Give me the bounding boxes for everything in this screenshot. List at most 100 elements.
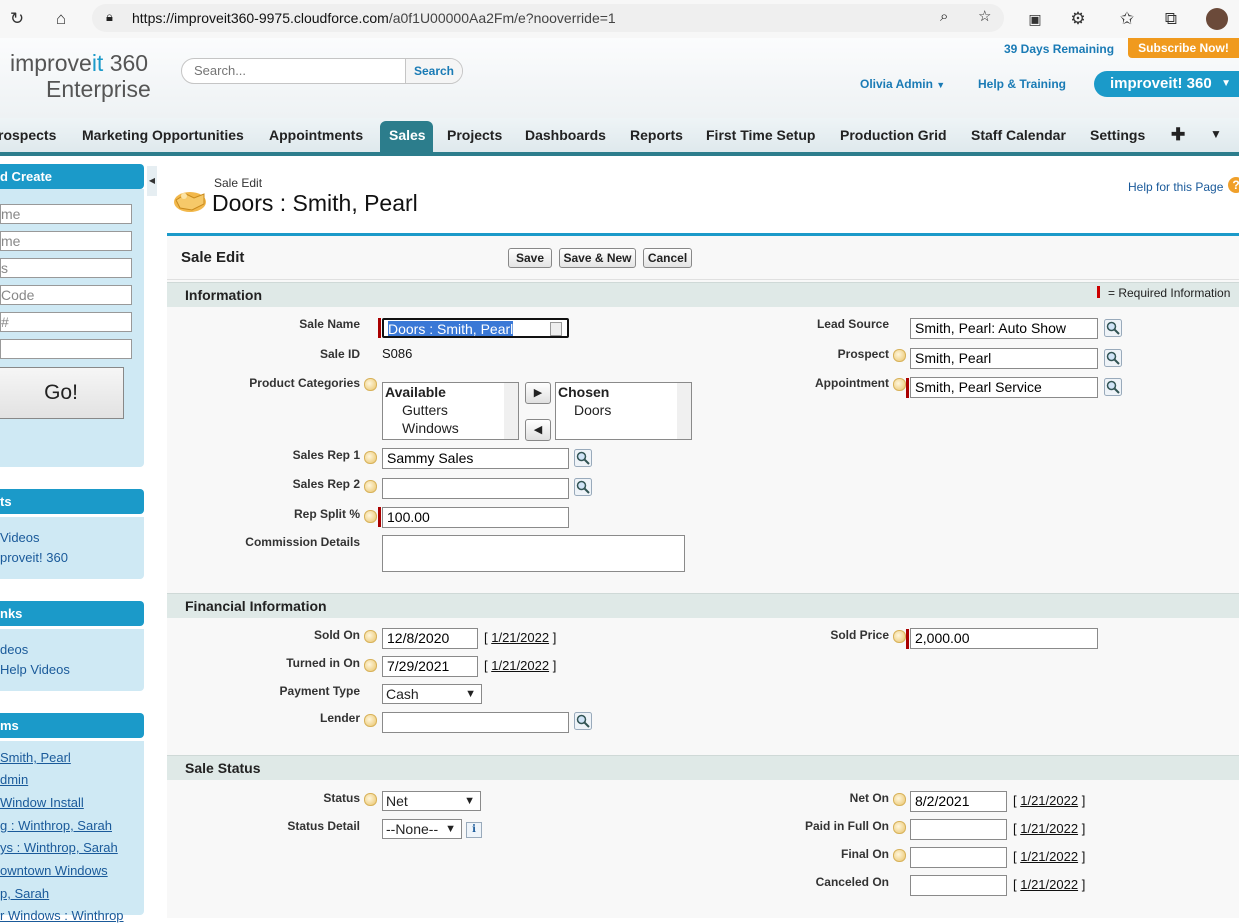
cancel-button[interactable]: Cancel [643, 248, 692, 268]
help-bubble-icon[interactable] [893, 793, 906, 806]
search-button[interactable]: Search [405, 59, 462, 83]
user-menu[interactable]: Olivia Admin ▼ [860, 77, 945, 91]
home-icon[interactable]: ⌂ [50, 8, 72, 30]
tab-staff-calendar[interactable]: Staff Calendar [971, 127, 1066, 143]
go-button[interactable]: Go! [0, 367, 124, 419]
payment-type-select[interactable]: Cash ▼ [382, 684, 482, 704]
address-bar[interactable]: 🔒︎ https://improveit360-9975.cloudforce.… [92, 4, 1004, 32]
tab-projects[interactable]: Projects [447, 127, 502, 143]
help-for-this-page-link[interactable]: Help for this Page [1128, 180, 1223, 194]
status-select[interactable]: Net ▼ [382, 791, 481, 811]
prospect-input[interactable]: Smith, Pearl [910, 348, 1098, 369]
collapse-sidebar-icon[interactable]: ◀ [147, 166, 157, 196]
sidebar-link[interactable]: Help Videos [0, 662, 70, 677]
lender-input[interactable] [382, 712, 569, 733]
recent-item-link[interactable]: Window Install [0, 795, 84, 810]
sale-name-input[interactable]: Doors : Smith, Pearl [382, 318, 569, 338]
help-bubble-icon[interactable] [364, 510, 377, 523]
help-bubble-icon[interactable] [364, 378, 377, 391]
add-category-arrow-icon[interactable]: ▶ [525, 382, 551, 404]
lookup-search-icon[interactable] [574, 478, 592, 496]
help-training-link[interactable]: Help & Training [978, 77, 1066, 91]
collections-icon[interactable]: ⧉ [1160, 8, 1182, 30]
rep-split-input[interactable]: 100.00 [382, 507, 569, 528]
subscribe-button[interactable]: Subscribe Now! [1128, 38, 1239, 58]
net-on-input[interactable]: 8/2/2021 [910, 791, 1007, 812]
today-link[interactable]: [ 1/21/2022 ] [1013, 821, 1085, 836]
available-categories-list[interactable]: Available Gutters Windows [382, 382, 519, 440]
quick-create-phone[interactable]: # [0, 312, 132, 332]
help-bubble-icon[interactable] [893, 378, 906, 391]
today-link[interactable]: [ 1/21/2022 ] [484, 630, 556, 645]
sidebar-link[interactable]: deos [0, 642, 28, 657]
available-option[interactable]: Windows [383, 419, 518, 437]
lookup-search-icon[interactable] [1104, 349, 1122, 367]
tab-sales[interactable]: Sales [389, 127, 426, 143]
sales-rep-1-input[interactable]: Sammy Sales [382, 448, 569, 469]
lead-source-input[interactable]: Smith, Pearl: Auto Show [910, 318, 1098, 339]
sold-price-input[interactable]: 2,000.00 [910, 628, 1098, 649]
paid-in-full-on-input[interactable] [910, 819, 1007, 840]
info-icon[interactable]: i [466, 822, 482, 838]
recent-item-link[interactable]: owntown Windows [0, 863, 108, 878]
zoom-icon[interactable]: ⌕ [940, 8, 948, 25]
add-favorite-icon[interactable]: ☆ [978, 7, 991, 25]
help-bubble-icon[interactable] [364, 714, 377, 727]
quick-create-last-name[interactable]: me [0, 231, 132, 251]
remove-category-arrow-icon[interactable]: ◀ [525, 419, 551, 441]
app-menu-button[interactable]: improveit! 360 ▼ [1094, 71, 1239, 97]
tab-appointments[interactable]: Appointments [269, 127, 363, 143]
profile-avatar[interactable] [1206, 8, 1228, 30]
recent-item-link[interactable]: Smith, Pearl [0, 750, 71, 765]
help-bubble-icon[interactable] [893, 630, 906, 643]
extensions-icon[interactable]: ⚙ [1067, 8, 1089, 30]
tab-dashboards[interactable]: Dashboards [525, 127, 606, 143]
recent-item-link[interactable]: ys : Winthrop, Sarah [0, 840, 118, 855]
commission-details-textarea[interactable] [382, 535, 685, 572]
tab-reports[interactable]: Reports [630, 127, 683, 143]
recent-item-link[interactable]: dmin [0, 772, 28, 787]
trial-days-remaining[interactable]: 39 Days Remaining [1004, 42, 1114, 56]
favorites-icon[interactable]: ✩ [1116, 8, 1138, 30]
help-bubble-icon[interactable] [364, 659, 377, 672]
today-link[interactable]: [ 1/21/2022 ] [484, 658, 556, 673]
lookup-search-icon[interactable] [1104, 319, 1122, 337]
recent-item-link[interactable]: r Windows : Winthrop [0, 908, 124, 923]
logo[interactable]: improveit 360 [10, 50, 148, 77]
appointment-input[interactable]: Smith, Pearl Service [910, 377, 1098, 398]
canceled-on-input[interactable] [910, 875, 1007, 896]
add-tab-icon[interactable]: ✚ [1171, 125, 1185, 145]
today-link[interactable]: [ 1/21/2022 ] [1013, 793, 1085, 808]
list-scrollbar[interactable] [504, 383, 518, 439]
tab-first-time-setup[interactable]: First Time Setup [706, 127, 815, 143]
extension-menu-icon[interactable]: ▣ [1024, 8, 1046, 30]
save-button[interactable]: Save [508, 248, 552, 268]
today-link[interactable]: [ 1/21/2022 ] [1013, 849, 1085, 864]
help-bubble-icon[interactable] [364, 793, 377, 806]
help-bubble-icon[interactable] [364, 480, 377, 493]
quick-create-address[interactable]: s [0, 258, 132, 278]
lookup-search-icon[interactable] [574, 712, 592, 730]
chosen-categories-list[interactable]: Chosen Doors [555, 382, 692, 440]
sidebar-link[interactable]: Videos [0, 530, 40, 545]
save-and-new-button[interactable]: Save & New [559, 248, 636, 268]
chosen-option[interactable]: Doors [556, 401, 691, 419]
help-bubble-icon[interactable] [364, 630, 377, 643]
sidebar-link[interactable]: proveit! 360 [0, 550, 68, 565]
help-bubble-icon[interactable] [893, 849, 906, 862]
help-bubble-icon[interactable] [893, 821, 906, 834]
more-tabs-chevron-icon[interactable]: ▼ [1210, 127, 1222, 141]
quick-create-email[interactable] [0, 339, 132, 359]
help-bubble-icon[interactable] [364, 451, 377, 464]
reload-icon[interactable]: ↻ [6, 8, 28, 30]
status-detail-select[interactable]: --None-- ▼ [382, 819, 462, 839]
final-on-input[interactable] [910, 847, 1007, 868]
tab-marketing-opportunities[interactable]: Marketing Opportunities [82, 127, 244, 143]
sales-rep-2-input[interactable] [382, 478, 569, 499]
help-icon[interactable]: ? [1228, 177, 1239, 193]
lookup-search-icon[interactable] [1104, 378, 1122, 396]
search-input[interactable] [192, 62, 396, 79]
tab-prospects[interactable]: rospects [0, 127, 56, 143]
turned-in-on-input[interactable]: 7/29/2021 [382, 656, 478, 677]
lookup-search-icon[interactable] [574, 449, 592, 467]
